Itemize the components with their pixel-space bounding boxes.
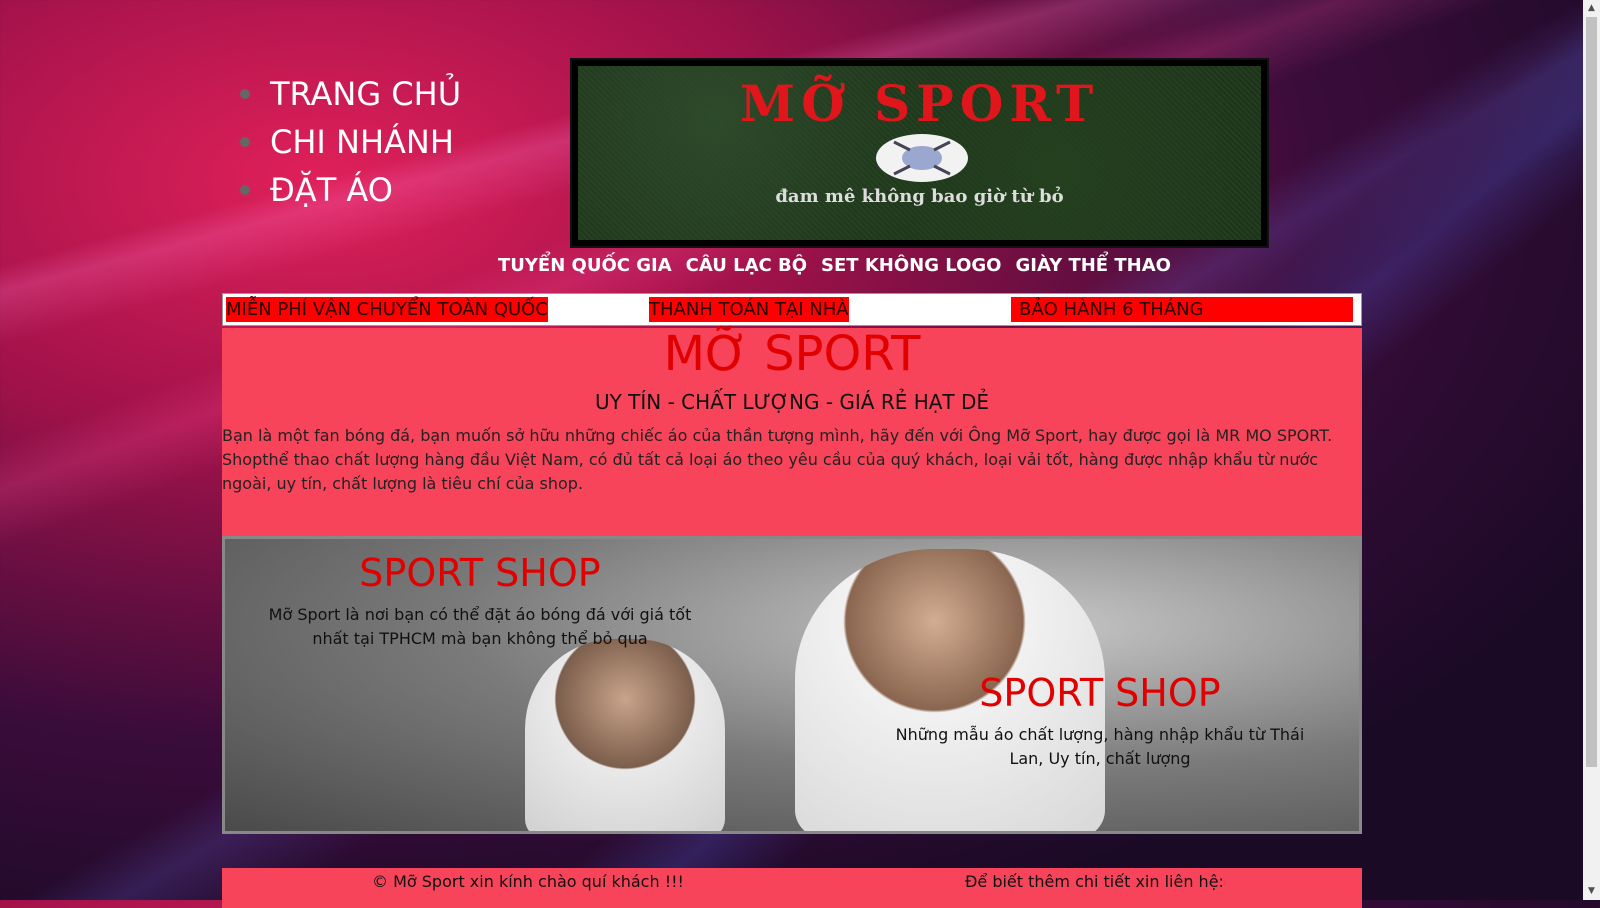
- top-nav: TRANG CHỦ CHI NHÁNH ĐẶT ÁO: [240, 70, 461, 214]
- nav-link-home[interactable]: TRANG CHỦ: [270, 75, 461, 113]
- vertical-scrollbar[interactable]: ▲ ▼: [1583, 0, 1600, 900]
- banner-tagline: đam mê không bao giờ từ bỏ: [775, 186, 1064, 207]
- intro-section: MỠ SPORT UY TÍN - CHẤT LƯỢNG - GIÁ RẺ HẠ…: [222, 326, 1362, 536]
- intro-subtitle: UY TÍN - CHẤT LƯỢNG - GIÁ RẺ HẠT DẺ: [594, 390, 990, 414]
- intro-paragraph: Bạn là một fan bóng đá, bạn muốn sở hữu …: [222, 426, 1333, 493]
- category-link-national-teams[interactable]: TUYỂN QUỐC GIA: [498, 255, 672, 276]
- intro-title: MỠ SPORT: [663, 326, 921, 382]
- category-link-clubs[interactable]: CÂU LẠC BỘ: [686, 255, 807, 276]
- hero-left-title: SPORT SHOP: [359, 551, 601, 595]
- player-image-left: [525, 639, 725, 831]
- hero-right-title: SPORT SHOP: [979, 671, 1221, 715]
- footer-contact: Để biết thêm chi tiết xin liên hệ:: [965, 872, 1224, 891]
- top-nav-item: ĐẶT ÁO: [240, 166, 461, 214]
- bullet-icon: [240, 137, 250, 147]
- footer-greeting: © Mỡ Sport xin kính chào quí khách !!!: [372, 872, 684, 891]
- nav-link-order[interactable]: ĐẶT ÁO: [270, 171, 393, 209]
- bullet-icon: [240, 185, 250, 195]
- bullet-icon: [240, 89, 250, 99]
- category-link-no-logo-set[interactable]: SET KHÔNG LOGO: [821, 255, 1001, 276]
- promo-pay-at-home: THANH TOÁN TẠI NHÀ: [649, 297, 849, 322]
- soccer-ball-icon: [876, 134, 968, 182]
- scrollbar-thumb[interactable]: [1586, 17, 1597, 767]
- nav-link-branches[interactable]: CHI NHÁNH: [270, 123, 454, 161]
- banner-title: MỠ SPORT: [739, 74, 1100, 133]
- hero-block-right: SPORT SHOP Những mẫu áo chất lượng, hàng…: [880, 671, 1320, 771]
- top-nav-item: CHI NHÁNH: [240, 118, 461, 166]
- promo-free-shipping: MIỄN PHÍ VẬN CHUYỂN TOÀN QUỐC: [226, 297, 548, 322]
- hero-banner: SPORT SHOP Mỡ Sport là nơi bạn có thể đặ…: [222, 536, 1362, 834]
- hero-left-text: Mỡ Sport là nơi bạn có thể đặt áo bóng đ…: [268, 605, 692, 648]
- hero-block-left: SPORT SHOP Mỡ Sport là nơi bạn có thể đặ…: [260, 551, 700, 651]
- hero-right-text: Những mẫu áo chất lượng, hàng nhập khẩu …: [895, 725, 1305, 768]
- top-nav-item: TRANG CHỦ: [240, 70, 461, 118]
- footer: © Mỡ Sport xin kính chào quí khách !!! Đ…: [222, 868, 1362, 908]
- banner-logo: MỠ SPORT đam mê không bao giờ từ bỏ: [570, 58, 1269, 248]
- category-nav: TUYỂN QUỐC GIA CÂU LẠC BỘ SET KHÔNG LOGO…: [498, 255, 1171, 276]
- scroll-up-arrow-icon[interactable]: ▲: [1583, 0, 1600, 17]
- promo-warranty: BẢO HÀNH 6 THÁNG: [1019, 297, 1204, 322]
- category-link-sport-shoes[interactable]: GIÀY THỂ THAO: [1015, 255, 1170, 276]
- promo-bar: MIỄN PHÍ VẬN CHUYỂN TOÀN QUỐC THANH TOÁN…: [222, 293, 1362, 326]
- scroll-down-arrow-icon[interactable]: ▼: [1583, 883, 1600, 900]
